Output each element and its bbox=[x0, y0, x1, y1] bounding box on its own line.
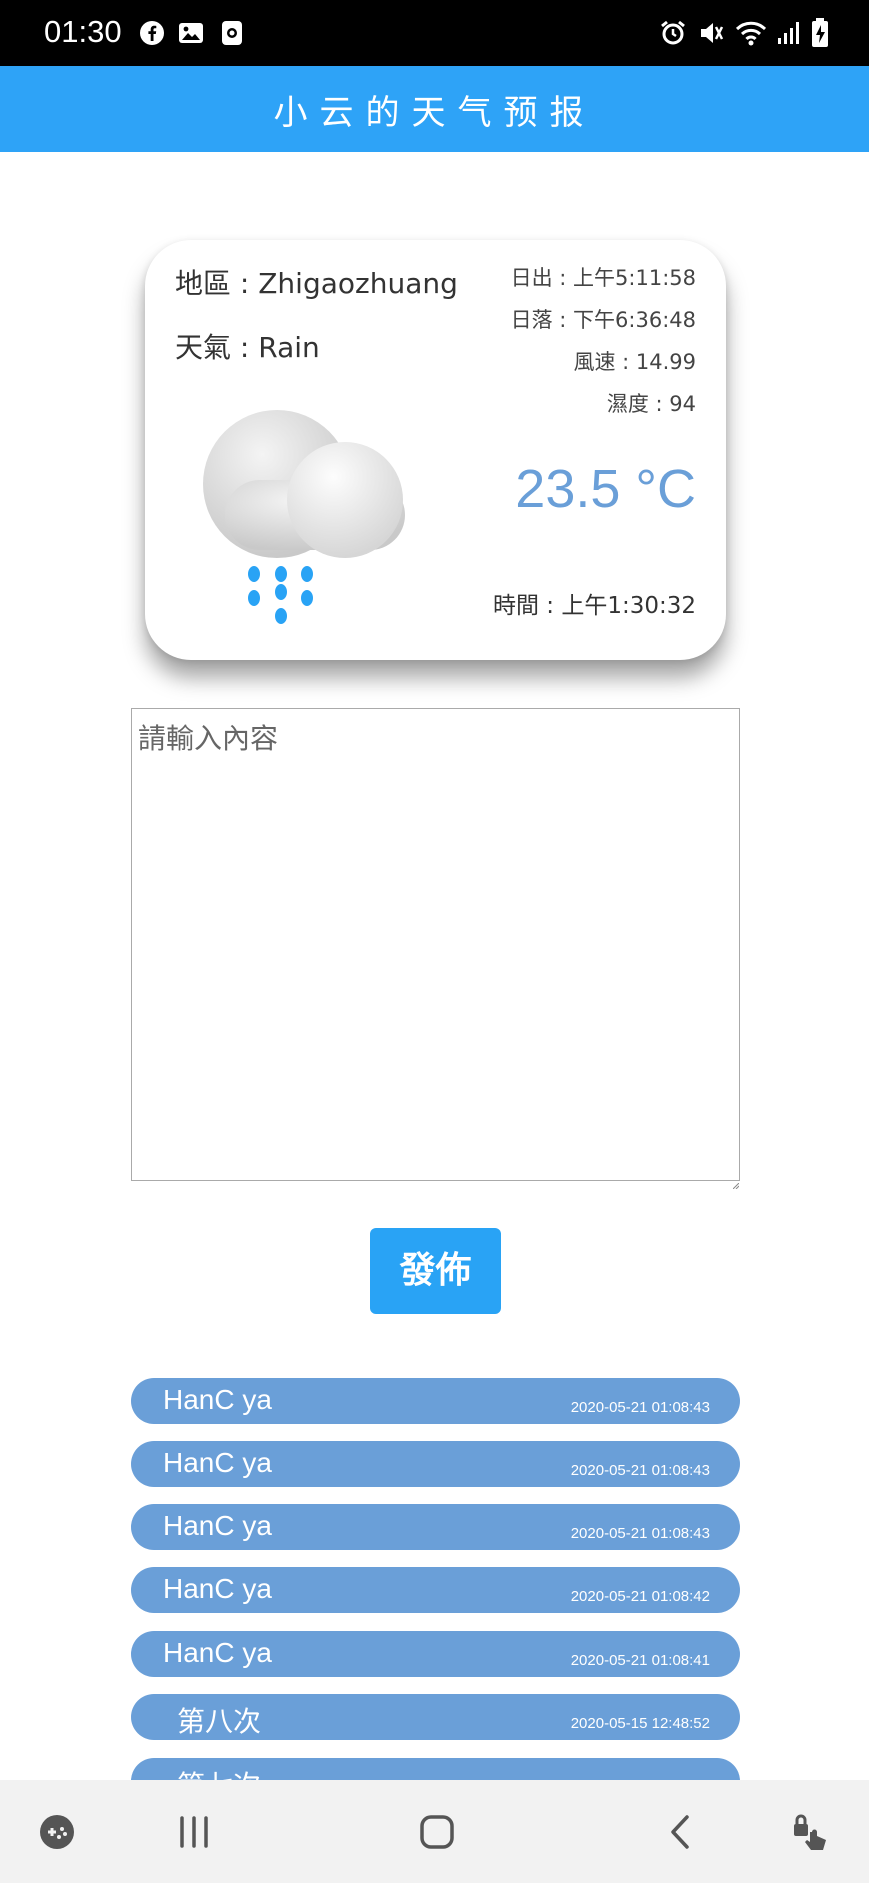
weather-sunrise: 日出 : 上午5:11:58 bbox=[510, 266, 696, 290]
post-item[interactable]: HanC ya 2020-05-21 01:08:43 bbox=[131, 1504, 740, 1550]
weather-humidity: 濕度 : 94 bbox=[606, 392, 696, 416]
status-time: 01:30 bbox=[44, 14, 122, 49]
weather-wind-speed: 風速 : 14.99 bbox=[573, 350, 696, 374]
post-author: 第八次 bbox=[177, 1705, 262, 1738]
game-launcher-icon[interactable] bbox=[33, 1808, 81, 1856]
mute-icon bbox=[697, 19, 725, 51]
app-bar: 小云的天气预报 bbox=[0, 66, 869, 152]
app-screen: 01:30 小云的天气预报 地區: Zhigaozhuang 天氣: Rai… bbox=[0, 0, 869, 1883]
post-author: HanC ya bbox=[163, 1573, 272, 1604]
battery-icon bbox=[811, 18, 829, 52]
status-icons bbox=[659, 18, 829, 52]
weather-condition: 天氣 : Rain bbox=[175, 331, 320, 364]
post-item[interactable]: HanC ya 2020-05-21 01:08:41 bbox=[131, 1631, 740, 1677]
post-author: HanC ya bbox=[163, 1637, 272, 1668]
lock-touch-icon[interactable] bbox=[786, 1808, 834, 1856]
navigation-bar bbox=[0, 1780, 869, 1883]
screen-record-icon bbox=[219, 20, 245, 46]
app-title: 小云的天气预报 bbox=[273, 92, 596, 133]
post-item[interactable]: HanC ya 2020-05-21 01:08:43 bbox=[131, 1378, 740, 1424]
post-author: HanC ya bbox=[163, 1447, 272, 1478]
post-author: HanC ya bbox=[163, 1510, 272, 1541]
recent-apps-icon[interactable] bbox=[170, 1808, 218, 1856]
weather-temperature: 23.5 °C bbox=[515, 459, 696, 519]
wifi-icon bbox=[735, 19, 767, 51]
rain-cloud-icon bbox=[195, 410, 445, 630]
content-input[interactable] bbox=[131, 708, 740, 1181]
post-date: 2020-05-21 01:08:42 bbox=[570, 1588, 710, 1605]
back-icon[interactable] bbox=[657, 1808, 705, 1856]
post-item[interactable]: 第八次 2020-05-15 12:48:52 bbox=[131, 1694, 740, 1740]
post-item[interactable]: HanC ya 2020-05-21 01:08:43 bbox=[131, 1441, 740, 1487]
post-date: 2020-05-21 01:08:41 bbox=[570, 1652, 710, 1669]
gallery-icon bbox=[178, 20, 204, 46]
post-date: 2020-05-21 01:08:43 bbox=[570, 1462, 710, 1479]
weather-card: 地區 : Zhigaozhuang 天氣 : Rain 日出 : 上午5:11:… bbox=[145, 240, 726, 660]
post-item[interactable]: HanC ya 2020-05-21 01:08:42 bbox=[131, 1567, 740, 1613]
post-author: HanC ya bbox=[163, 1384, 272, 1415]
alarm-icon bbox=[659, 19, 687, 51]
weather-time: 時間 : 上午1:30:32 bbox=[492, 593, 696, 619]
post-date: 2020-05-15 12:48:52 bbox=[570, 1715, 710, 1732]
signal-icon bbox=[777, 19, 801, 51]
resize-grip-icon[interactable] bbox=[732, 1174, 740, 1190]
publish-button[interactable]: 發佈 bbox=[370, 1228, 501, 1314]
weather-sunset: 日落 : 下午6:36:48 bbox=[510, 308, 696, 332]
post-date: 2020-05-21 01:08:43 bbox=[570, 1399, 710, 1416]
post-date: 2020-05-21 01:08:43 bbox=[570, 1525, 710, 1542]
home-icon[interactable] bbox=[413, 1808, 461, 1856]
weather-region: 地區 : Zhigaozhuang bbox=[175, 267, 458, 300]
facebook-icon bbox=[139, 20, 165, 46]
status-bar: 01:30 bbox=[0, 0, 869, 66]
